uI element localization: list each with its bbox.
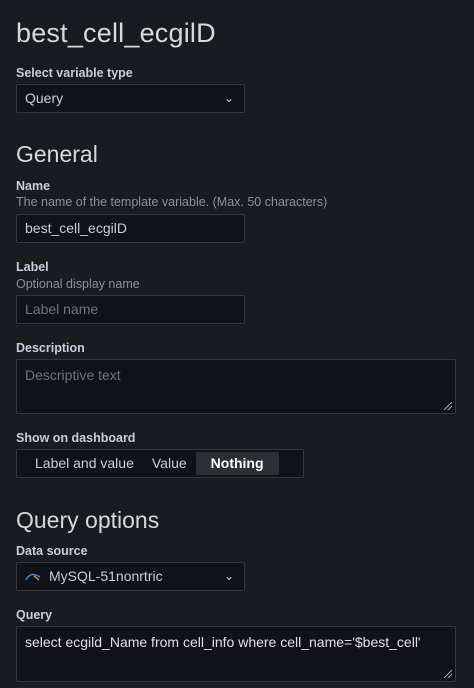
variable-type-label: Select variable type [16,66,133,80]
data-source-value: MySQL-51nonrtric [49,568,163,584]
query-value: select ecgild_Name from cell_info where … [25,634,421,650]
description-placeholder: Descriptive text [25,367,121,383]
variable-type-value: Query [25,90,64,106]
option-label-and-value[interactable]: Label and value [19,452,143,475]
name-description: The name of the template variable. (Max.… [16,195,328,209]
data-source-label: Data source [16,544,88,558]
data-source-select[interactable]: MySQL-51nonrtric ⌄ [16,562,245,591]
label-label: Label [16,260,49,274]
chevron-down-icon: ⌄ [223,569,234,583]
resize-handle-icon[interactable] [444,670,452,678]
page-title: best_cell_ecgilD [16,18,216,48]
show-on-dashboard-radio-group: Label and value Value Nothing [16,449,304,478]
query-textarea[interactable]: select ecgild_Name from cell_info where … [16,626,456,682]
label-input[interactable]: Label name [16,295,245,324]
query-label: Query [16,608,53,622]
mysql-icon [25,573,41,581]
show-on-dashboard-label: Show on dashboard [16,431,136,445]
description-textarea[interactable]: Descriptive text [16,359,456,414]
general-heading: General [16,141,98,167]
resize-handle-icon[interactable] [444,402,452,410]
label-description: Optional display name [16,277,140,291]
option-value[interactable]: Value [143,452,196,475]
chevron-down-icon: ⌄ [223,91,234,105]
description-label: Description [16,341,85,355]
name-input-value: best_cell_ecgilD [25,220,127,236]
option-nothing[interactable]: Nothing [195,452,279,475]
name-label: Name [16,179,51,193]
query-options-heading: Query options [16,507,160,533]
variable-type-select[interactable]: Query ⌄ [16,84,245,113]
name-input[interactable]: best_cell_ecgilD [16,214,245,243]
label-input-placeholder: Label name [25,301,99,317]
